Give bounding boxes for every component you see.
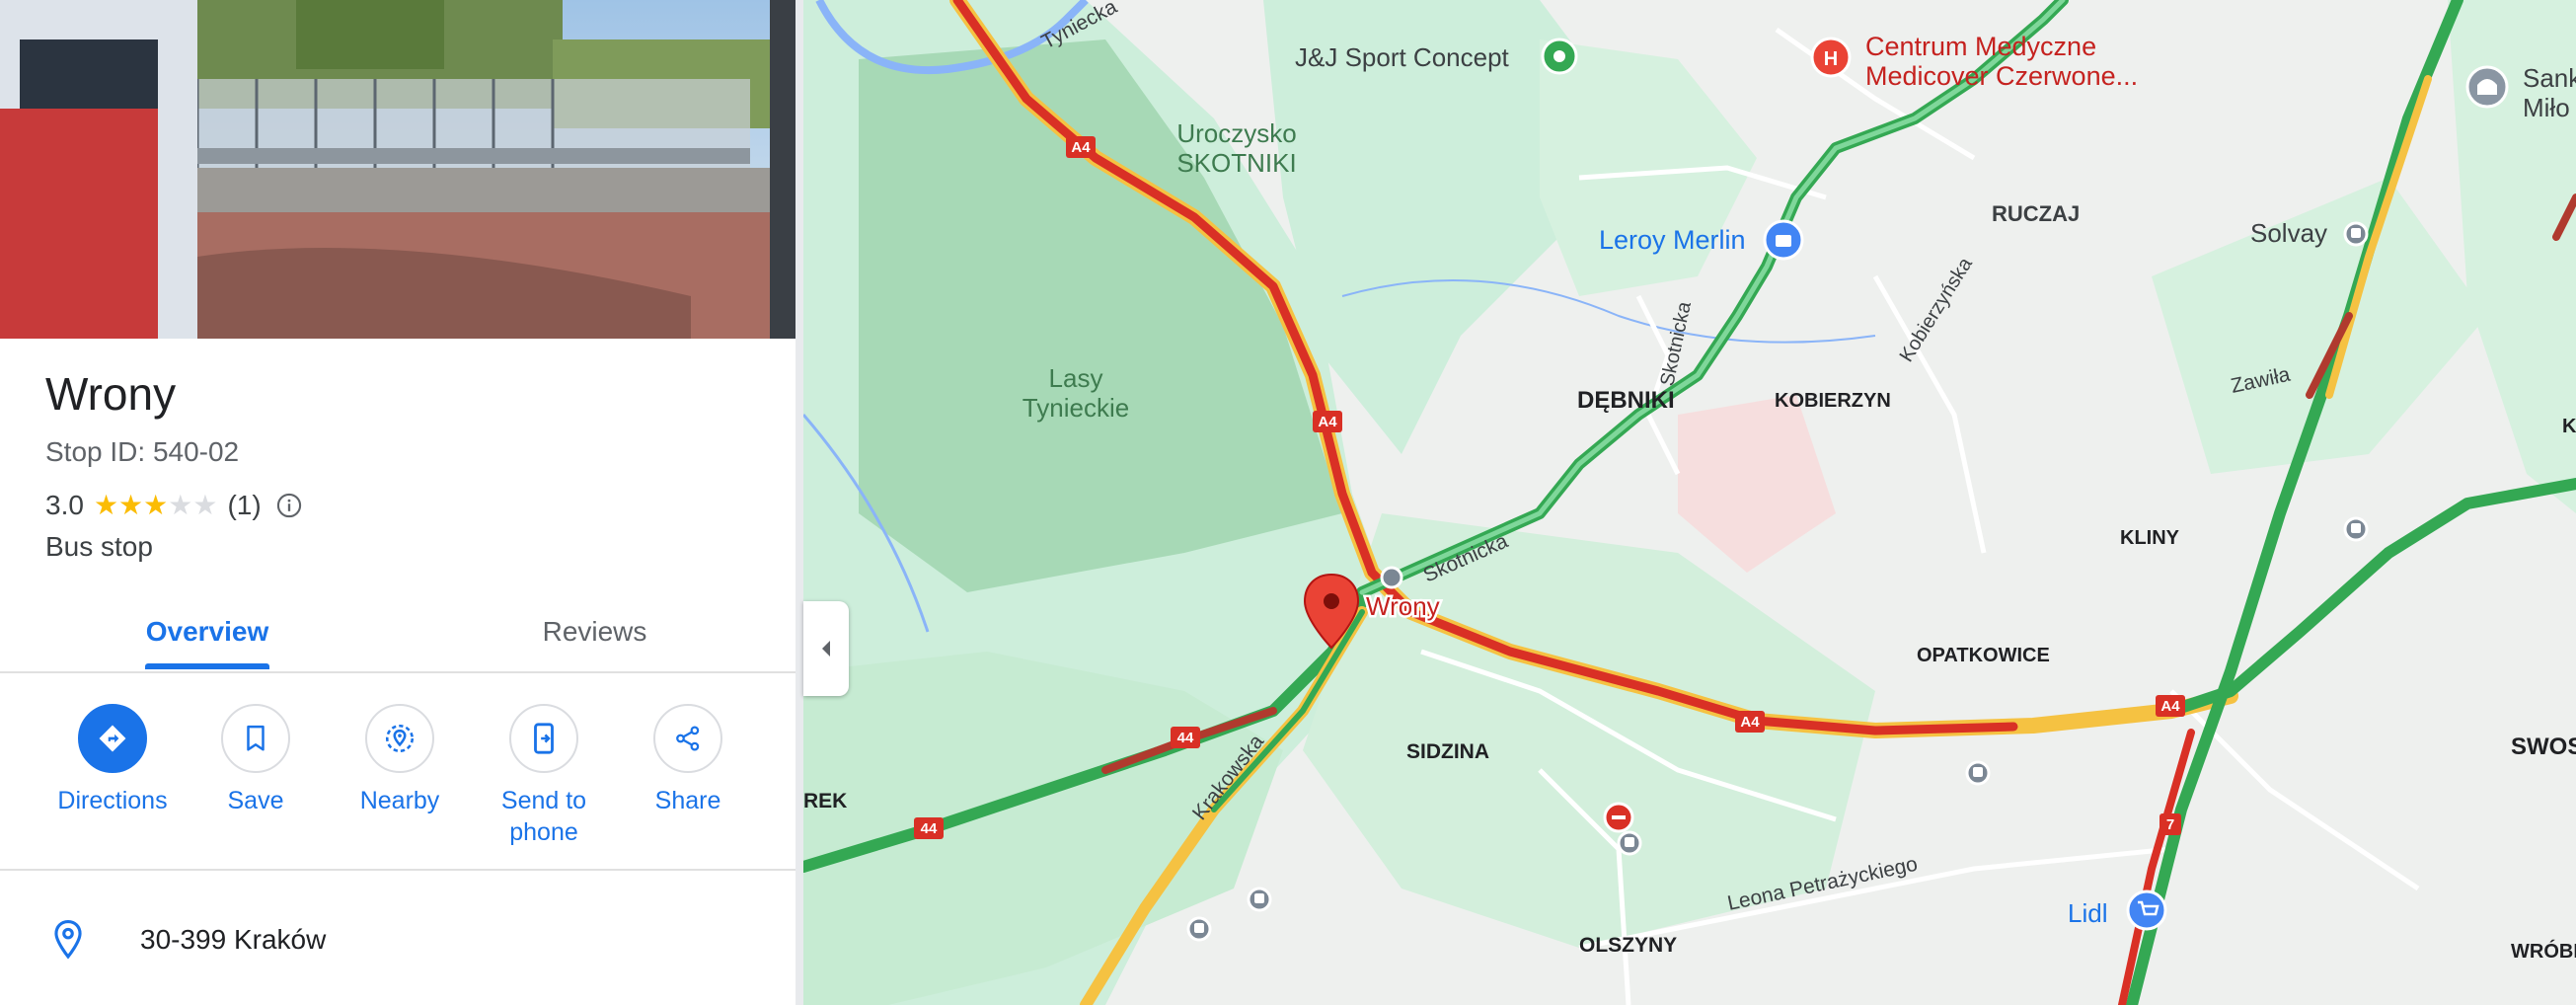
- bus-stop-icon: [1617, 830, 1642, 856]
- chevron-left-icon: [822, 641, 830, 657]
- svg-text:A4: A4: [1318, 414, 1337, 430]
- nearby-button[interactable]: Nearby: [328, 704, 472, 816]
- svg-text:44: 44: [1177, 730, 1194, 746]
- bus-stop-icon: [1186, 916, 1212, 942]
- svg-text:A4: A4: [2160, 698, 2180, 715]
- address-text: 30-399 Kraków: [140, 924, 327, 955]
- label-wrobl: WRÓBL: [2511, 939, 2576, 963]
- shield-44-2: 44: [914, 817, 944, 839]
- save-label: Save: [227, 787, 284, 814]
- info-icon[interactable]: [275, 492, 303, 519]
- star-icon: ★: [168, 490, 193, 520]
- save-button[interactable]: Save: [184, 704, 328, 816]
- place-category: Bus stop: [45, 531, 153, 562]
- label-ruczaj: RUCZAJ: [1992, 201, 2080, 226]
- rating-stars: ★ ★ ★ ★ ★: [94, 492, 218, 519]
- svg-text:H: H: [1824, 48, 1838, 70]
- tab-reviews[interactable]: Reviews: [484, 592, 706, 671]
- address-row[interactable]: 30-399 Kraków: [0, 918, 796, 967]
- street-view-image: [0, 0, 796, 339]
- shield-a4-2: A4: [1313, 411, 1342, 432]
- label-jj-sport: J&J Sport Concept: [1295, 42, 1510, 72]
- directions-button[interactable]: Directions: [40, 704, 185, 816]
- place-title: Wrony: [45, 368, 177, 420]
- action-buttons: Directions Save Nearby Send to phone Sha…: [0, 691, 796, 869]
- send-to-phone-button[interactable]: Send to phone: [472, 704, 616, 848]
- shield-a4-3: A4: [1735, 711, 1765, 733]
- bookmark-icon: [221, 704, 290, 773]
- tab-overview[interactable]: Overview: [99, 592, 316, 671]
- label-uroczysko-1: Uroczysko: [1176, 118, 1296, 148]
- share-button[interactable]: Share: [616, 704, 760, 816]
- centrum-medyczne-poi[interactable]: H: [1810, 37, 1852, 78]
- shield-44-1: 44: [1171, 727, 1200, 748]
- label-rek: REK: [803, 790, 847, 812]
- svg-text:A4: A4: [1740, 714, 1760, 731]
- place-panel: Wrony Stop ID: 540-02 3.0 ★ ★ ★ ★ ★ (1) Bus …: [0, 0, 796, 1005]
- share-icon: [653, 704, 722, 773]
- tab-bar: Overview Reviews: [0, 592, 796, 673]
- nearby-label: Nearby: [359, 787, 440, 814]
- review-count[interactable]: (1): [227, 490, 261, 521]
- no-entry-icon: [1603, 802, 1634, 833]
- bus-stop-icon: [1247, 887, 1272, 912]
- label-debniki: DĘBNIKI: [1577, 387, 1675, 414]
- label-k-edge: K: [2562, 416, 2576, 437]
- panel-edge: [796, 0, 803, 1005]
- divider: [0, 869, 796, 871]
- nearby-icon: [365, 704, 434, 773]
- label-solvay: Solvay: [2250, 218, 2327, 248]
- marker-label: Wrony: [1366, 591, 1440, 621]
- label-centrum-2: Medicover Czerwone...: [1865, 61, 2138, 91]
- map-canvas[interactable]: A4 A4 A4 A4 44 44 7 H Tyniecka J&J Sport…: [803, 0, 2576, 1005]
- sank-poi[interactable]: [2465, 65, 2509, 109]
- directions-label: Directions: [57, 787, 168, 814]
- bus-stop-icon: [1380, 566, 1403, 589]
- star-icon: ★: [143, 490, 169, 520]
- label-centrum-1: Centrum Medyczne: [1865, 32, 2096, 61]
- svg-text:44: 44: [921, 820, 938, 837]
- send-to-phone-label: Send to phone: [500, 787, 587, 846]
- share-label: Share: [654, 787, 721, 814]
- label-lasy-1: Lasy: [1049, 363, 1103, 393]
- send-to-phone-icon: [509, 704, 578, 773]
- bus-stop-icon: [2343, 516, 2369, 542]
- lidl-poi[interactable]: [2126, 889, 2167, 931]
- shield-a4-1: A4: [1066, 136, 1096, 158]
- bus-stop-icon: [1965, 760, 1991, 786]
- label-lasy-2: Tynieckie: [1023, 393, 1129, 423]
- svg-text:7: 7: [2166, 816, 2174, 833]
- svg-text:A4: A4: [1071, 139, 1091, 156]
- rating-value: 3.0: [45, 490, 84, 520]
- star-icon: ★: [118, 490, 144, 520]
- place-photo[interactable]: [0, 0, 796, 339]
- map-svg: A4 A4 A4 A4 44 44 7 H Tyniecka J&J Sport…: [803, 0, 2576, 1005]
- stop-id: Stop ID: 540-02: [45, 436, 240, 467]
- label-leroy-merlin: Leroy Merlin: [1599, 225, 1746, 255]
- shield-7: 7: [2159, 813, 2181, 835]
- star-icon: ★: [192, 490, 218, 520]
- bus-stop-icon: [2343, 221, 2369, 247]
- label-lidl: Lidl: [2068, 898, 2107, 928]
- label-olszyny: OLSZYNY: [1579, 934, 1677, 957]
- rating-row: 3.0 ★ ★ ★ ★ ★ (1): [45, 490, 303, 521]
- label-swos: SWOS: [2511, 734, 2576, 760]
- collapse-panel-button[interactable]: [803, 601, 849, 696]
- shield-a4-4: A4: [2156, 695, 2185, 717]
- leroy-merlin-poi[interactable]: [1763, 219, 1804, 261]
- label-kliny: KLINY: [2120, 527, 2180, 549]
- label-opatkowice: OPATKOWICE: [1917, 645, 2050, 666]
- directions-icon: [78, 704, 147, 773]
- location-pin-icon: [54, 920, 82, 960]
- label-sank: Sank: [2523, 63, 2576, 93]
- label-kobierzyn: KOBIERZYN: [1775, 390, 1891, 412]
- star-icon: ★: [93, 490, 119, 520]
- jj-sport-poi[interactable]: [1541, 38, 1578, 75]
- active-tab-indicator: [145, 663, 269, 669]
- label-sidzina: SIDZINA: [1406, 740, 1489, 763]
- label-milo: Miło: [2523, 93, 2570, 122]
- label-uroczysko-2: SKOTNIKI: [1176, 148, 1296, 178]
